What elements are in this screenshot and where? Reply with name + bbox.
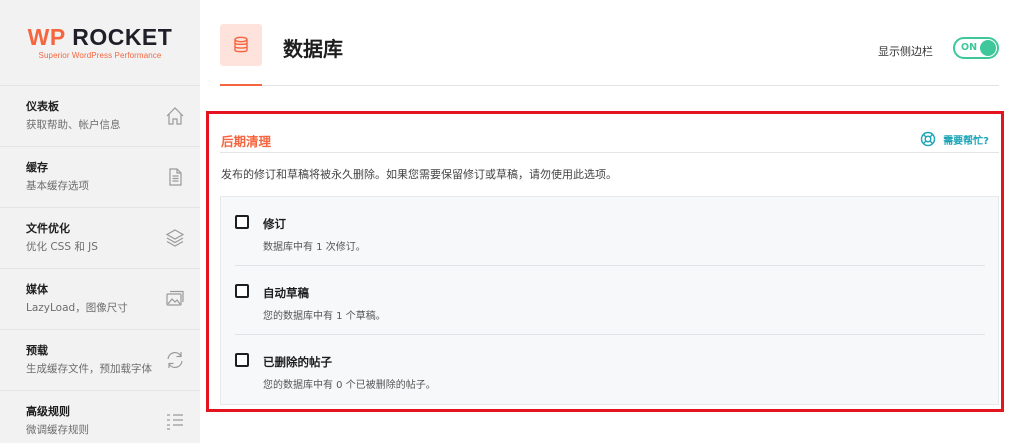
database-icon [220,24,262,66]
option-label: 已删除的帖子 [263,355,332,369]
wp-rocket-logo[interactable]: WP ROCKET Superior WordPress Performance [0,0,200,86]
page-header: 数据库 显示侧边栏 ON [220,0,999,86]
option-auto-drafts[interactable]: 自动草稿 您的数据库中有 1 个草稿。 [221,266,1000,335]
logo-rocket-text: ROCKET [72,24,173,50]
revisions-checkbox[interactable] [235,215,249,229]
option-trashed-posts[interactable]: 已删除的帖子 您的数据库中有 0 个已被删除的帖子。 [221,335,1000,404]
help-link-label: 需要帮忙? [943,135,989,147]
lifebuoy-icon [920,131,936,147]
layers-icon [164,227,186,249]
images-icon [164,288,186,310]
home-icon [164,105,186,127]
option-description: 您的数据库中有 0 个已被删除的帖子。 [263,380,436,391]
help-link[interactable]: 需要帮忙? [920,131,989,147]
toggle-state-text: ON [961,42,978,53]
logo-tagline: Superior WordPress Performance [38,51,162,60]
option-description: 您的数据库中有 1 个草稿。 [263,311,386,322]
cleanup-options-list: 修订 数据库中有 1 次修订。 自动草稿 您的数据库中有 1 个草稿。 已删除的… [220,196,999,405]
document-icon [164,166,186,188]
list-icon [164,410,186,432]
sidebar-item-preload[interactable]: 预载 生成缓存文件，预加载字体 [0,330,200,391]
post-cleanup-section-header: 后期清理 需要帮忙? [220,125,999,153]
sidebar-item-media[interactable]: 媒体 LazyLoad，图像尺寸 [0,269,200,330]
page-title: 数据库 [283,37,343,61]
refresh-icon [164,349,186,371]
show-sidebar-toggle[interactable]: ON [953,37,999,59]
option-description: 数据库中有 1 次修订。 [263,242,366,253]
sidebar-item-dashboard[interactable]: 仪表板 获取帮助、帐户信息 [0,86,200,147]
logo-wp-text: WP [27,24,66,50]
sidebar: WP ROCKET Superior WordPress Performance… [0,0,200,443]
section-title: 后期清理 [221,134,272,149]
trashed-posts-checkbox[interactable] [235,353,249,367]
auto-drafts-checkbox[interactable] [235,284,249,298]
option-label: 自动草稿 [263,286,309,300]
header-active-underline [220,84,262,86]
sidebar-item-cache[interactable]: 缓存 基本缓存选项 [0,147,200,208]
toggle-knob [980,40,996,56]
option-revisions[interactable]: 修订 数据库中有 1 次修订。 [221,197,1000,266]
sidebar-item-file-optimization[interactable]: 文件优化 优化 CSS 和 JS [0,208,200,269]
option-label: 修订 [263,217,286,231]
logo-wordmark: WP ROCKET [28,25,173,49]
section-description: 发布的修订和草稿将被永久删除。如果您需要保留修订或草稿，请勿使用此选项。 [221,168,617,181]
sidebar-item-advanced-rules[interactable]: 高级规则 微调缓存规则 [0,391,200,443]
show-sidebar-label: 显示侧边栏 [878,45,933,58]
